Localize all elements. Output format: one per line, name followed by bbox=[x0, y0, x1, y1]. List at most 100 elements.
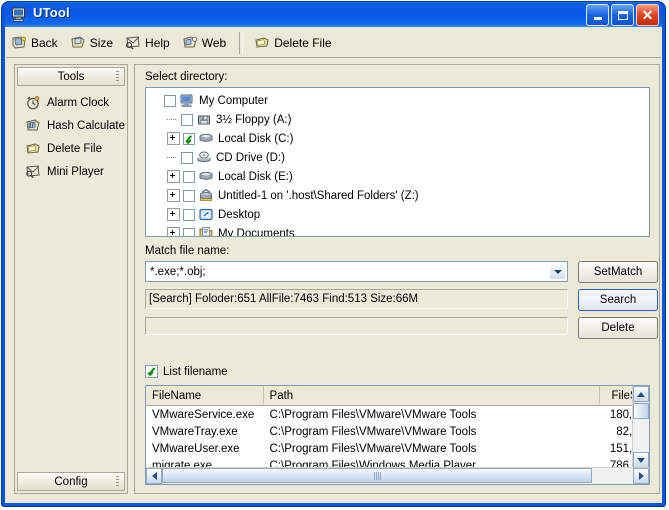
sidebar-item-mini-player[interactable]: Mini Player bbox=[17, 160, 125, 183]
harddisk-icon bbox=[198, 131, 214, 146]
file-list-horizontal-scrollbar[interactable] bbox=[146, 467, 649, 484]
select-directory-label: Select directory: bbox=[145, 71, 228, 83]
tree-item[interactable]: Untitled-1 on '.host\Shared Folders' (Z:… bbox=[150, 186, 649, 205]
floppy-icon bbox=[196, 112, 212, 127]
toolbar-button-web[interactable]: Web bbox=[177, 30, 233, 56]
minimize-button[interactable] bbox=[586, 4, 609, 26]
set-match-button[interactable]: SetMatch bbox=[578, 261, 658, 283]
search-status-field: [Search] Foloder:651 AllFile:7463 Find:5… bbox=[145, 289, 568, 309]
cell-path: C:\Program Files\VMware\VMware Tools bbox=[269, 425, 477, 438]
config-label: Config bbox=[54, 475, 88, 488]
config-button[interactable]: Config bbox=[17, 472, 125, 491]
tree-expander-plus-icon[interactable] bbox=[167, 132, 180, 145]
search-button[interactable]: Search bbox=[578, 289, 658, 311]
cell-path: C:\Program Files\VMware\VMware Tools bbox=[269, 408, 477, 421]
column-header-path[interactable]: Path bbox=[264, 386, 601, 405]
tree-item-checkbox[interactable] bbox=[164, 94, 176, 107]
tree-expander-plus-icon[interactable] bbox=[167, 189, 180, 202]
chevron-down-icon[interactable] bbox=[549, 263, 566, 280]
table-row[interactable]: VMwareUser.exe C:\Program Files\VMware\VM… bbox=[146, 440, 649, 457]
network-drive-icon bbox=[198, 188, 214, 203]
tree-item[interactable]: Local Disk (E:) bbox=[150, 167, 649, 186]
search-label: Search bbox=[599, 294, 637, 306]
column-header-filename[interactable]: FileName bbox=[146, 386, 264, 405]
tools-header-button[interactable]: Tools bbox=[17, 67, 125, 86]
tree-item-label: CD Drive (D:) bbox=[216, 151, 285, 164]
sidebar-item-delete-file[interactable]: Delete File bbox=[17, 137, 125, 160]
tree-expander-placeholder bbox=[150, 95, 161, 106]
sidebar-item-hash-calculate[interactable]: Hash Calculate bbox=[17, 114, 125, 137]
computer-icon bbox=[11, 6, 28, 23]
window-title: UTool bbox=[33, 5, 70, 20]
vertical-scroll-thumb[interactable] bbox=[633, 403, 649, 419]
match-file-name-combo[interactable]: *.exe;*.obj; bbox=[145, 261, 568, 282]
sidebar-item-alarm-clock[interactable]: Alarm Clock bbox=[17, 91, 125, 114]
delete-button[interactable]: Delete bbox=[578, 317, 658, 339]
tree-connector-line bbox=[167, 114, 178, 125]
main-panel: Select directory: My Computer 3½ Floppy (… bbox=[134, 64, 660, 494]
file-list-vertical-scrollbar[interactable] bbox=[632, 386, 649, 468]
close-button[interactable]: ✕ bbox=[636, 4, 659, 26]
scroll-down-button[interactable] bbox=[633, 452, 649, 468]
maximize-button[interactable] bbox=[611, 4, 634, 26]
title-bar[interactable]: UTool ✕ bbox=[5, 2, 662, 27]
scroll-up-button[interactable] bbox=[633, 386, 649, 402]
tree-item[interactable]: My Documents bbox=[150, 224, 649, 236]
list-filename-checkbox-row[interactable]: List filename bbox=[145, 365, 228, 378]
tools-header-label: Tools bbox=[57, 70, 85, 83]
grip-icon bbox=[373, 471, 381, 480]
horizontal-scroll-thumb[interactable] bbox=[162, 468, 592, 483]
back-icon bbox=[11, 35, 27, 50]
horizontal-scroll-track[interactable] bbox=[162, 468, 633, 484]
tools-sidebar: Tools Alarm Clock Hash Calculate Delete … bbox=[14, 64, 128, 494]
desktop-icon bbox=[198, 207, 214, 222]
delete-file-icon bbox=[254, 35, 270, 50]
toolbar-button-size[interactable]: Size bbox=[65, 30, 120, 56]
my-documents-icon bbox=[198, 226, 214, 236]
table-row[interactable]: VMwareService.exe C:\Program Files\VMware… bbox=[146, 406, 649, 423]
cd-drive-icon bbox=[196, 150, 212, 165]
tree-expander-plus-icon[interactable] bbox=[167, 227, 180, 236]
tree-item-label: 3½ Floppy (A:) bbox=[216, 113, 292, 126]
tree-item-checkbox[interactable] bbox=[183, 170, 195, 183]
grip-icon bbox=[116, 476, 119, 488]
tools-list: Alarm Clock Hash Calculate Delete File M… bbox=[17, 91, 125, 183]
window-frame: UTool ✕ Back Size Help Web Delete File T… bbox=[2, 2, 665, 506]
tree-item-checkbox[interactable] bbox=[181, 151, 193, 164]
toolbar-label: Back bbox=[31, 35, 58, 50]
toolbar-button-back[interactable]: Back bbox=[6, 30, 65, 56]
toolbar-button-delete-file[interactable]: Delete File bbox=[249, 30, 338, 56]
toolbar-button-help[interactable]: Help bbox=[120, 30, 177, 56]
tree-item-checkbox[interactable] bbox=[183, 189, 195, 202]
tree-item[interactable]: 3½ Floppy (A:) bbox=[150, 110, 649, 129]
tree-item-checkbox[interactable] bbox=[183, 132, 195, 145]
tree-item-checkbox[interactable] bbox=[183, 227, 195, 236]
scroll-left-button[interactable] bbox=[146, 468, 162, 484]
directory-tree[interactable]: My Computer 3½ Floppy (A:) Local Disk (C:)… bbox=[145, 87, 650, 237]
tree-item-label: Desktop bbox=[218, 208, 261, 221]
tree-item-checkbox[interactable] bbox=[183, 208, 195, 221]
table-row[interactable]: VMwareTray.exe C:\Program Files\VMware\VM… bbox=[146, 423, 649, 440]
list-filename-checkbox[interactable] bbox=[145, 365, 158, 378]
tree-item[interactable]: Desktop bbox=[150, 205, 649, 224]
set-match-label: SetMatch bbox=[593, 266, 643, 278]
tree-item-label: My Computer bbox=[199, 94, 269, 107]
harddisk-icon bbox=[198, 169, 214, 184]
file-list[interactable]: FileName Path FileSiz VMwareService.exe C… bbox=[145, 385, 650, 485]
tree-item[interactable]: My Computer bbox=[150, 91, 649, 110]
tree-expander-plus-icon[interactable] bbox=[167, 208, 180, 221]
size-icon bbox=[70, 35, 86, 50]
maximize-icon bbox=[617, 10, 628, 20]
mini-player-icon bbox=[25, 164, 41, 179]
cell-filename: VMwareUser.exe bbox=[152, 442, 240, 455]
scroll-right-button[interactable] bbox=[633, 468, 649, 484]
tree-item-checkbox[interactable] bbox=[181, 113, 193, 126]
tree-item[interactable]: CD Drive (D:) bbox=[150, 148, 649, 167]
client-area: Back Size Help Web Delete File Tools Ala… bbox=[5, 27, 662, 503]
tree-item[interactable]: Local Disk (C:) bbox=[150, 129, 649, 148]
tree-expander-plus-icon[interactable] bbox=[167, 170, 180, 183]
hash-calculate-icon bbox=[25, 118, 41, 133]
toolbar-label: Size bbox=[89, 35, 114, 50]
tree-connector-line bbox=[167, 152, 178, 163]
window-controls: ✕ bbox=[586, 4, 659, 26]
